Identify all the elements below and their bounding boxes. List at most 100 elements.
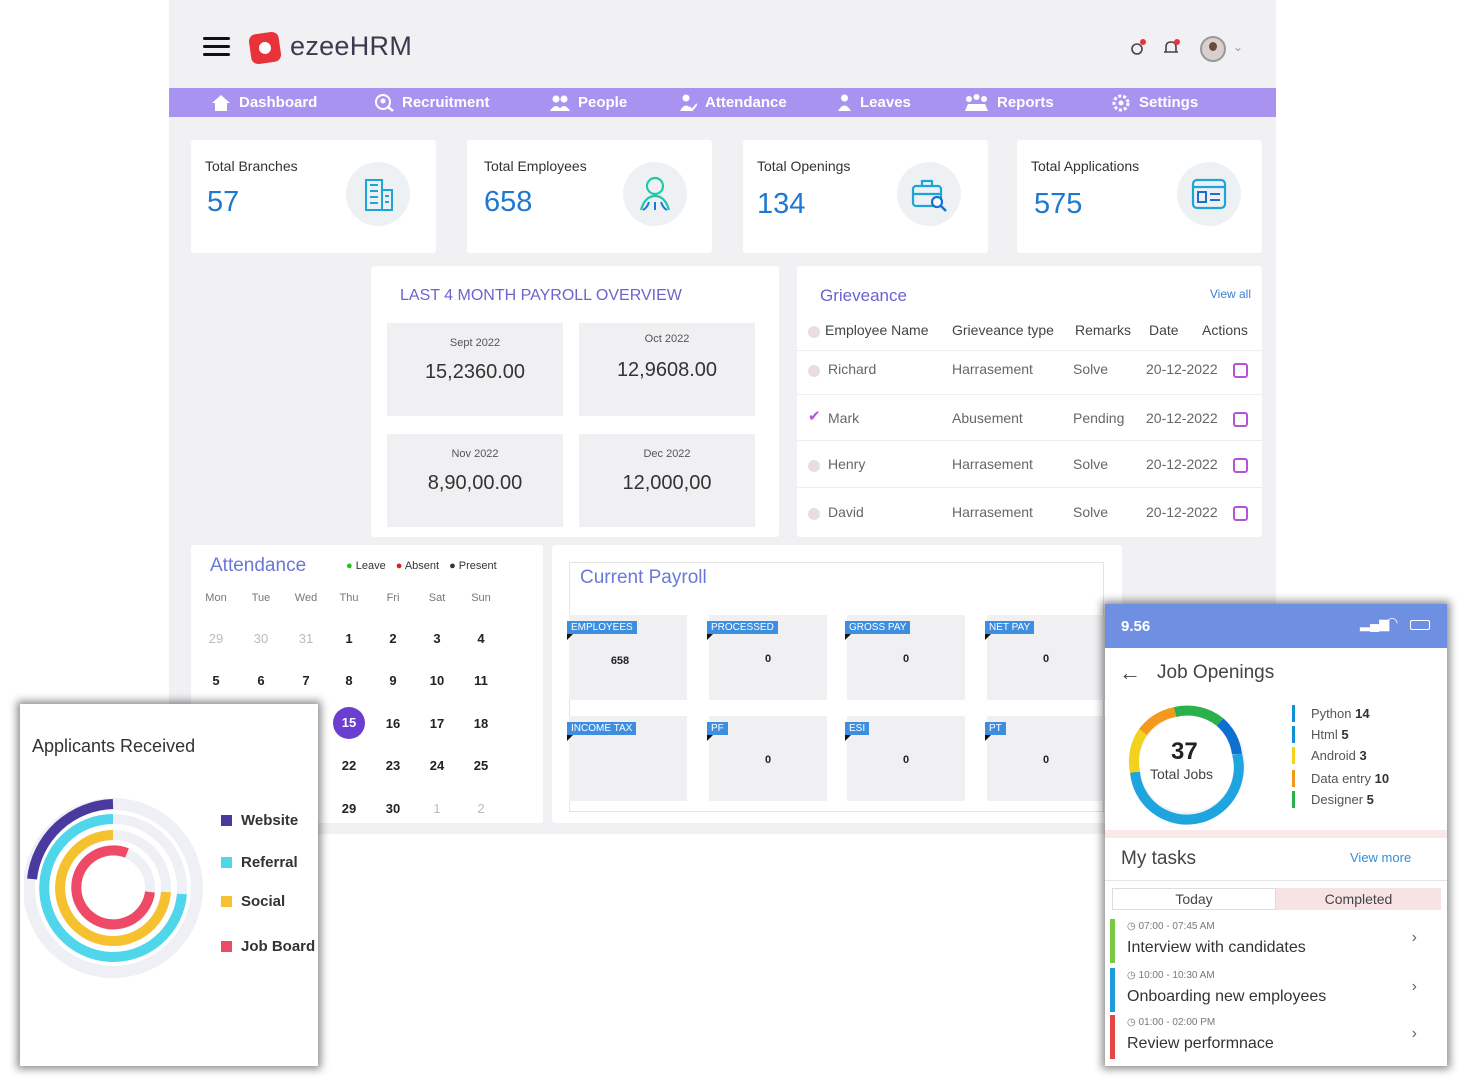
payroll-tile[interactable]: NET PAY 0 (985, 615, 1105, 700)
chevron-right-icon[interactable]: › (1412, 929, 1417, 947)
calendar-day[interactable]: 31 (291, 631, 321, 646)
payroll-tile[interactable]: EMPLOYEES 658 (567, 615, 687, 700)
payroll-month-tile[interactable]: Sept 2022 15,2360.00 (387, 323, 563, 416)
row-dot (808, 460, 820, 472)
people-icon (550, 95, 570, 111)
chevron-right-icon[interactable]: › (1412, 1025, 1417, 1043)
col-header: Actions (1202, 322, 1248, 338)
task-item[interactable]: ◷ 01:00 - 02:00 PM Review performnace › (1110, 1015, 1443, 1059)
calendar-day[interactable]: 7 (291, 673, 321, 688)
stat-card-applications[interactable]: Total Applications 575 (1017, 140, 1262, 253)
payroll-tile[interactable]: GROSS PAY 0 (845, 615, 965, 700)
calendar-day[interactable]: 25 (466, 758, 496, 773)
calendar-day[interactable]: 2 (378, 631, 408, 646)
leave-user-icon (838, 94, 851, 111)
table-row[interactable]: Henry Harrasement Solve 20-12-2022 (807, 456, 1257, 476)
view-all-link[interactable]: View all (1210, 287, 1251, 301)
nav-dashboard[interactable]: Dashboard (211, 88, 317, 117)
calendar-day[interactable]: 24 (422, 758, 452, 773)
search-notification-icon[interactable] (1128, 38, 1148, 58)
job-count: 10 (1374, 771, 1390, 786)
legend-swatch (1292, 791, 1295, 808)
payroll-month-tile[interactable]: Oct 2022 12,9608.00 (579, 323, 755, 416)
table-row[interactable]: Richard Harrasement Solve 20-12-2022 (807, 361, 1257, 381)
view-more-link[interactable]: View more (1350, 850, 1411, 865)
nav-people[interactable]: People (550, 88, 627, 117)
menu-icon[interactable] (203, 37, 230, 57)
month-label: Sept 2022 (449, 337, 501, 349)
calendar-day[interactable]: 22 (334, 758, 364, 773)
top-bar: ezeeHRM ⌄ (169, 0, 1276, 88)
tile-label: PT (985, 722, 1006, 741)
calendar-day[interactable]: 10 (422, 673, 452, 688)
legend-label: Website (241, 812, 299, 829)
task-time: ◷ 10:00 - 10:30 AM (1127, 970, 1215, 981)
calendar-day[interactable]: 16 (378, 716, 408, 731)
screen-title: Job Openings (1157, 662, 1275, 683)
job-name: Android (1311, 748, 1356, 763)
nav-attendance[interactable]: Attendance (677, 88, 787, 117)
calendar-day[interactable]: 17 (422, 716, 452, 731)
bell-icon[interactable] (1161, 38, 1181, 58)
payroll-overview-title: LAST 4 MONTH PAYROLL OVERVIEW (400, 287, 682, 304)
calendar-day[interactable]: 18 (466, 716, 496, 731)
edit-icon[interactable] (1233, 458, 1248, 473)
calendar-day[interactable]: 2 (466, 801, 496, 816)
divider (797, 440, 1262, 441)
calendar-day[interactable]: 30 (378, 801, 408, 816)
nav-settings[interactable]: Settings (1111, 88, 1198, 117)
stat-label: Total Openings (757, 158, 851, 174)
month-label: Dec 2022 (643, 448, 691, 460)
payroll-month-tile[interactable]: Dec 2022 12,000,00 (579, 434, 755, 527)
edit-icon[interactable] (1233, 363, 1248, 378)
stat-card-employees[interactable]: Total Employees 658 (467, 140, 712, 253)
calendar-day[interactable]: 11 (466, 673, 496, 688)
task-time: ◷ 07:00 - 07:45 AM (1127, 921, 1215, 932)
payroll-month-tile[interactable]: Nov 2022 8,90,00.00 (387, 434, 563, 527)
calendar-day[interactable]: 9 (378, 673, 408, 688)
tile-label: ESI (845, 722, 870, 741)
calendar-day[interactable]: 29 (201, 631, 231, 646)
nav-reports[interactable]: Reports (964, 88, 1054, 117)
task-color-bar (1110, 1015, 1115, 1059)
calendar-day-today[interactable]: 15 (333, 707, 365, 739)
month-label: Nov 2022 (451, 448, 499, 460)
edit-icon[interactable] (1233, 506, 1248, 521)
legend-label: Social (241, 893, 286, 910)
calendar-day[interactable]: 8 (334, 673, 364, 688)
calendar-day[interactable]: 1 (422, 801, 452, 816)
avatar[interactable] (1200, 36, 1226, 62)
payroll-tile[interactable]: PF 0 (707, 716, 827, 801)
payroll-tile[interactable]: INCOME TAX (567, 716, 687, 801)
back-arrow-icon[interactable]: ← (1119, 660, 1141, 686)
nav-leaves[interactable]: Leaves (837, 88, 911, 117)
calendar-day[interactable]: 4 (466, 631, 496, 646)
task-item[interactable]: ◷ 10:00 - 10:30 AM Onboarding new employe… (1110, 968, 1443, 1012)
stat-card-branches[interactable]: Total Branches 57 (191, 140, 436, 253)
nav-recruitment[interactable]: Recruitment (374, 88, 490, 117)
month-label: Oct 2022 (644, 333, 690, 345)
payroll-tile[interactable]: ESI 0 (845, 716, 965, 801)
calendar-day[interactable]: 3 (422, 631, 452, 646)
tile-value: 0 (764, 754, 772, 766)
remarks: Pending (1073, 410, 1125, 426)
calendar-day[interactable]: 6 (246, 673, 276, 688)
tab-today[interactable]: Today (1112, 888, 1276, 910)
table-row[interactable]: ✔ Mark Abusement Pending 20-12-2022 (807, 408, 1257, 430)
employee-name: Henry (828, 456, 866, 472)
calendar-day[interactable]: 29 (334, 801, 364, 816)
calendar-day[interactable]: 30 (246, 631, 276, 646)
chevron-down-icon[interactable]: ⌄ (1233, 40, 1243, 54)
calendar-day[interactable]: 5 (201, 673, 231, 688)
task-item[interactable]: ◷ 07:00 - 07:45 AM Interview with candida… (1110, 919, 1443, 963)
edit-icon[interactable] (1233, 412, 1248, 427)
tab-completed[interactable]: Completed (1276, 888, 1441, 910)
chevron-right-icon[interactable]: › (1412, 978, 1417, 996)
payroll-tile[interactable]: PROCESSED 0 (707, 615, 827, 700)
divider (797, 394, 1262, 395)
calendar-day[interactable]: 1 (334, 631, 364, 646)
table-row[interactable]: David Harrasement Solve 20-12-2022 (807, 504, 1257, 524)
payroll-tile[interactable]: PT 0 (985, 716, 1105, 801)
stat-card-openings[interactable]: Total Openings 134 (743, 140, 988, 253)
calendar-day[interactable]: 23 (378, 758, 408, 773)
